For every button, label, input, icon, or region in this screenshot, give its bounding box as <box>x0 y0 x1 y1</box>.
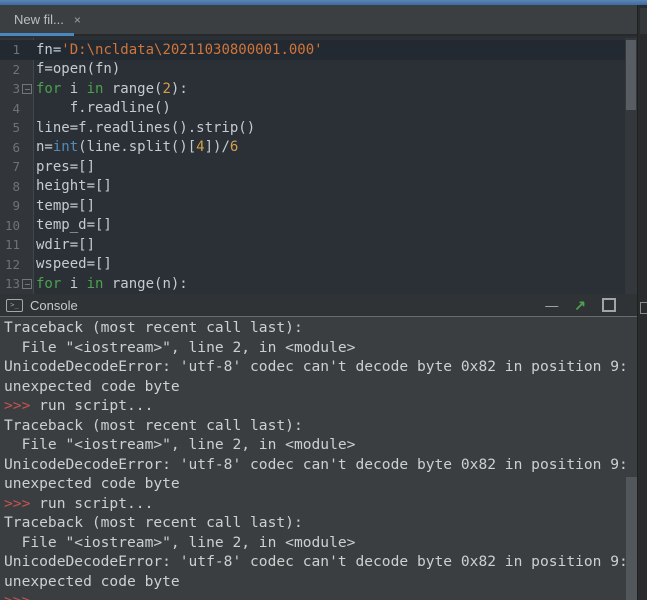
console-prompt: >>> <box>4 495 30 512</box>
fold-spacer <box>20 162 33 171</box>
code-text: for i in range(2): <box>36 81 188 97</box>
console-line: >>> <box>4 591 638 600</box>
code-line: 1 fn='D:\ncldata\20211030800001.000' <box>0 40 625 60</box>
console-panel: >_ Console — ↗ Traceback (most recent ca… <box>0 294 638 600</box>
console-line: Traceback (most recent call last): <box>4 513 638 533</box>
fold-collapse-icon[interactable] <box>20 279 33 288</box>
code-line: 3 for i in range(2): <box>0 79 625 99</box>
code-line: 9 temp=[] <box>0 196 625 216</box>
code-line: 2 f=open(fn) <box>0 60 625 80</box>
console-line: unexpected code byte <box>4 377 638 397</box>
line-number: 10 <box>0 218 20 233</box>
console-line: UnicodeDecodeError: 'utf-8' codec can't … <box>4 552 638 572</box>
code-text: n=int(line.split()[4])/6 <box>36 139 238 155</box>
fold-spacer <box>20 123 33 132</box>
console-prompt: >>> <box>4 592 30 600</box>
console-line: UnicodeDecodeError: 'utf-8' codec can't … <box>4 357 638 377</box>
fold-spacer <box>20 104 33 113</box>
console-header: >_ Console — ↗ <box>0 294 638 317</box>
code-lines-container: 1 fn='D:\ncldata\20211030800001.000' 2 f=op… <box>0 38 625 294</box>
console-lines-container: Traceback (most recent call last): File … <box>4 318 638 600</box>
console-output[interactable]: Traceback (most recent call last): File … <box>0 317 638 600</box>
console-line: unexpected code byte <box>4 572 638 592</box>
code-text: wdir=[] <box>36 237 95 253</box>
code-text: temp_d=[] <box>36 217 112 233</box>
line-number: 9 <box>0 198 20 213</box>
code-line: 5 line=f.readlines().strip() <box>0 118 625 138</box>
line-number: 2 <box>0 62 20 77</box>
ide-window: New fil... × 1 fn='D:\ncldata\20211030800… <box>0 0 647 600</box>
console-line: >>> run script... <box>4 396 638 416</box>
editor-scrollbar[interactable] <box>625 38 637 294</box>
code-line: 10 temp_d=[] <box>0 216 625 236</box>
code-text: wspeed=[] <box>36 256 112 272</box>
code-text: line=f.readlines().strip() <box>36 120 255 136</box>
line-number: 5 <box>0 120 20 135</box>
line-number: 6 <box>0 140 20 155</box>
console-line: File "<iostream>", line 2, in <module> <box>4 435 638 455</box>
adjacent-panel-tab-sliver <box>640 8 647 34</box>
console-line: File "<iostream>", line 2, in <module> <box>4 338 638 358</box>
line-number: 13 <box>0 276 20 291</box>
code-line: 13 for i in range(n): <box>0 274 625 294</box>
line-number: 1 <box>0 42 20 57</box>
tab-label: New fil... <box>14 12 64 27</box>
code-line: 7 pres=[] <box>0 157 625 177</box>
console-title: Console <box>30 298 545 313</box>
console-line: Traceback (most recent call last): <box>4 318 638 338</box>
editor-scrollbar-thumb[interactable] <box>626 40 636 110</box>
console-line: UnicodeDecodeError: 'utf-8' codec can't … <box>4 455 638 475</box>
adjacent-panel-icon <box>640 302 647 314</box>
line-number: 12 <box>0 257 20 272</box>
console-line: Traceback (most recent call last): <box>4 416 638 436</box>
restore-window-icon[interactable]: ↗ <box>574 298 586 312</box>
code-text: fn='D:\ncldata\20211030800001.000' <box>36 42 323 58</box>
fold-collapse-icon[interactable] <box>20 84 33 93</box>
active-tab-underline <box>0 33 74 36</box>
fold-spacer <box>20 221 33 230</box>
tab-close-icon[interactable]: × <box>74 14 81 26</box>
line-number: 8 <box>0 179 20 194</box>
console-line: >>> run script... <box>4 494 638 514</box>
fold-spacer <box>20 201 33 210</box>
code-line: 8 height=[] <box>0 177 625 197</box>
fold-spacer <box>20 65 33 74</box>
maximize-icon[interactable] <box>602 298 616 312</box>
right-panel-edge <box>637 5 647 600</box>
fold-spacer <box>20 260 33 269</box>
code-line: 11 wdir=[] <box>0 235 625 255</box>
fold-spacer <box>20 240 33 249</box>
console-scrollbar-thumb[interactable] <box>626 477 637 600</box>
line-number: 3 <box>0 81 20 96</box>
code-line: 4 f.readline() <box>0 99 625 119</box>
console-actions: — ↗ <box>545 298 616 312</box>
minimize-icon[interactable]: — <box>545 299 558 312</box>
fold-spacer <box>20 143 33 152</box>
code-text: temp=[] <box>36 198 95 214</box>
code-editor[interactable]: 1 fn='D:\ncldata\20211030800001.000' 2 f=op… <box>0 38 625 294</box>
code-text: f=open(fn) <box>36 61 120 77</box>
tab-new-file[interactable]: New fil... × <box>0 5 93 34</box>
code-line: 12 wspeed=[] <box>0 255 625 275</box>
code-text: for i in range(n): <box>36 276 188 292</box>
console-line: File "<iostream>", line 2, in <module> <box>4 533 638 553</box>
fold-spacer <box>20 182 33 191</box>
code-text: pres=[] <box>36 159 95 175</box>
code-text: f.readline() <box>36 100 171 116</box>
console-line: unexpected code byte <box>4 474 638 494</box>
console-prompt: >>> <box>4 397 30 414</box>
fold-spacer <box>20 45 33 54</box>
line-number: 7 <box>0 159 20 174</box>
editor-tab-bar: New fil... × <box>0 5 638 36</box>
line-number: 4 <box>0 101 20 116</box>
code-text: height=[] <box>36 178 112 194</box>
code-line: 6 n=int(line.split()[4])/6 <box>0 138 625 158</box>
terminal-icon: >_ <box>6 299 23 312</box>
line-number: 11 <box>0 237 20 252</box>
